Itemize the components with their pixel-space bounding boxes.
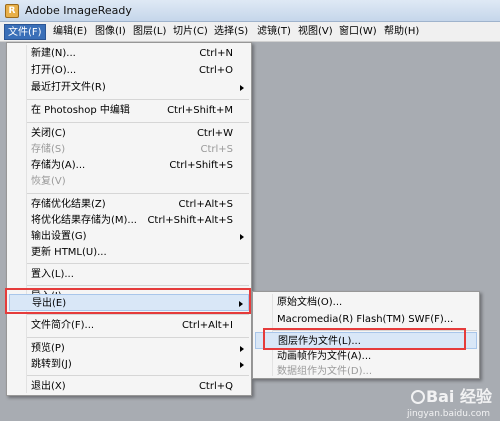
menu-item-jump-to[interactable]: 跳转到(J): [9, 356, 249, 373]
baidu-watermark: Bai 经验: [410, 383, 492, 407]
menu-separator: [27, 122, 249, 123]
menu-edit[interactable]: 编辑(E): [50, 24, 90, 40]
menu-item-open[interactable]: 打开(O)... Ctrl+O: [9, 62, 249, 79]
menu-bar: 文件(F) 编辑(E) 图像(I) 图层(L) 切片(C) 选择(S) 滤镜(T…: [0, 22, 500, 42]
menu-item-save-optimized[interactable]: 存储优化结果(Z) Ctrl+Alt+S: [9, 196, 249, 213]
menu-file[interactable]: 文件(F): [4, 24, 46, 40]
menu-item-edit-in-photoshop[interactable]: 在 Photoshop 中编辑 Ctrl+Shift+M: [9, 102, 249, 119]
watermark-url: jingyan.baidu.com: [406, 409, 490, 419]
window-title: Adobe ImageReady: [25, 4, 132, 17]
submenu-arrow-icon: [240, 234, 244, 240]
menu-separator: [27, 314, 249, 315]
menu-separator: [27, 375, 249, 376]
menu-item-place[interactable]: 置入(L)...: [9, 266, 249, 283]
submenu-arrow-icon: [240, 85, 244, 91]
imageready-app-icon: R: [5, 4, 19, 18]
menu-item-new[interactable]: 新建(N)... Ctrl+N: [9, 45, 249, 62]
menu-item-revert[interactable]: 恢复(V): [9, 173, 249, 190]
layers-as-files-highlight-box: [263, 328, 466, 350]
menu-item-file-info[interactable]: 文件简介(F)... Ctrl+Alt+I: [9, 317, 249, 334]
menu-item-save-optimized-as[interactable]: 将优化结果存储为(M)... Ctrl+Shift+Alt+S: [9, 212, 249, 229]
menu-item-save-as[interactable]: 存储为(A)... Ctrl+Shift+S: [9, 157, 249, 174]
menu-item-close[interactable]: 关闭(C) Ctrl+W: [9, 125, 249, 142]
menu-filter[interactable]: 滤镜(T): [254, 24, 294, 40]
submenu-item-flash-swf[interactable]: Macromedia(R) Flash(TM) SWF(F)...: [255, 311, 477, 328]
menu-item-update-html[interactable]: 更新 HTML(U)...: [9, 244, 249, 261]
menu-separator: [27, 99, 249, 100]
menu-image[interactable]: 图像(I): [92, 24, 129, 40]
file-menu: 新建(N)... Ctrl+N 打开(O)... Ctrl+O 最近打开文件(R) …: [6, 42, 252, 396]
menu-separator: [27, 263, 249, 264]
menu-help[interactable]: 帮助(H): [381, 24, 422, 40]
submenu-arrow-icon: [240, 362, 244, 368]
menu-item-preview[interactable]: 预览(P): [9, 340, 249, 357]
menu-item-output-settings[interactable]: 输出设置(G): [9, 228, 249, 245]
menu-separator: [27, 285, 249, 286]
submenu-item-original-document[interactable]: 原始文档(O)...: [255, 294, 477, 311]
export-highlight-box: [5, 288, 251, 314]
menu-item-save[interactable]: 存储(S) Ctrl+S: [9, 141, 249, 158]
menu-select[interactable]: 选择(S): [211, 24, 251, 40]
submenu-arrow-icon: [240, 346, 244, 352]
menu-item-recent[interactable]: 最近打开文件(R): [9, 79, 249, 96]
menu-view[interactable]: 视图(V): [295, 24, 336, 40]
menu-separator: [27, 337, 249, 338]
menu-slice[interactable]: 切片(C): [170, 24, 211, 40]
baidu-paw-icon: [410, 390, 425, 404]
title-bar: R Adobe ImageReady: [0, 0, 500, 22]
menu-window[interactable]: 窗口(W): [336, 24, 380, 40]
menu-layer[interactable]: 图层(L): [130, 24, 169, 40]
menu-item-exit[interactable]: 退出(X) Ctrl+Q: [9, 378, 249, 395]
menu-separator: [27, 193, 249, 194]
submenu-item-datasets-as-files[interactable]: 数据组作为文件(D)...: [255, 363, 477, 380]
